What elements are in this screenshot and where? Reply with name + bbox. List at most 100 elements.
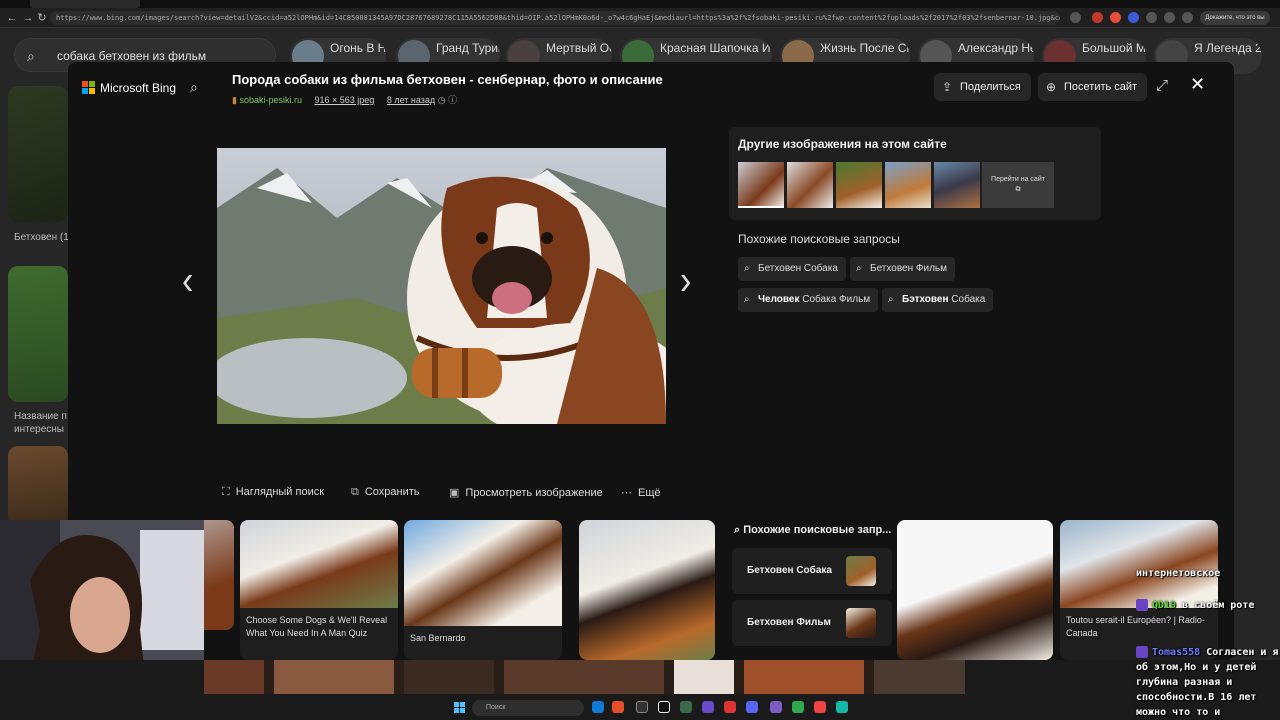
image-icon: ▣ bbox=[449, 487, 460, 499]
search-icon[interactable]: ⌕ bbox=[190, 79, 198, 96]
view-image-label: Просмотреть изображение bbox=[465, 487, 603, 499]
result-caption: Название п bbox=[14, 411, 67, 422]
site-thumbnail[interactable] bbox=[885, 162, 931, 208]
chip-label: Красная Шапочка И Волк bbox=[660, 41, 772, 55]
grid-caption: Choose Some Dogs & We'll Reveal What You… bbox=[246, 615, 388, 638]
source-site-link[interactable]: sobaki-pesiki.ru bbox=[239, 95, 302, 105]
related-panel-item[interactable]: Бетховен Фильм bbox=[732, 600, 892, 646]
extensions-puzzle-icon[interactable] bbox=[1146, 12, 1157, 23]
next-arrow-icon[interactable]: › bbox=[680, 258, 691, 305]
related-bold: Бэтховен bbox=[902, 294, 949, 305]
extension-icon[interactable] bbox=[1092, 12, 1103, 23]
profile-icon[interactable] bbox=[1182, 12, 1193, 23]
chat-username: Tomas558 bbox=[1152, 647, 1201, 658]
site-favicon-icon: ▮ bbox=[232, 95, 237, 105]
tab-strip bbox=[0, 0, 1280, 8]
result-caption: Бетховен (1 bbox=[14, 232, 69, 243]
app-icon[interactable] bbox=[702, 701, 714, 713]
more-from-site-title: Другие изображения на этом сайте bbox=[738, 137, 947, 151]
edge-icon[interactable] bbox=[592, 701, 604, 713]
search-icon: ⌕ bbox=[888, 294, 894, 305]
app-icon[interactable] bbox=[636, 701, 648, 713]
related-panel-title: ⌕ Похожие поисковые запр... bbox=[734, 524, 891, 537]
app-icon[interactable] bbox=[836, 701, 848, 713]
visit-label: Посетить сайт bbox=[1064, 81, 1138, 93]
result-caption: интересны bbox=[14, 424, 64, 435]
taskbar-search[interactable]: Поиск bbox=[472, 700, 584, 716]
app-icon[interactable] bbox=[770, 701, 782, 713]
visit-site-button[interactable]: ⊕ Посетить сайт bbox=[1038, 73, 1148, 101]
verify-pill[interactable]: Докажите, что это вы bbox=[1200, 11, 1270, 25]
back-icon[interactable]: ← bbox=[4, 10, 20, 26]
discord-icon[interactable] bbox=[746, 701, 758, 713]
tiktok-icon[interactable] bbox=[658, 701, 670, 713]
related-panel-label: Бетховен Собака bbox=[747, 565, 832, 576]
related-panel-item[interactable]: Бетховен Собака bbox=[732, 548, 892, 594]
chrome-icon[interactable] bbox=[612, 701, 624, 713]
brand-name[interactable]: Microsoft Bing bbox=[100, 81, 176, 95]
address-bar[interactable]: https://www.bing.com/images/search?view=… bbox=[50, 11, 1060, 25]
site-thumbnail[interactable] bbox=[738, 162, 784, 208]
share-icon: ⇪ bbox=[942, 80, 953, 94]
grid-image-card[interactable]: Choose Some Dogs & We'll Reveal What You… bbox=[240, 520, 398, 660]
grid-image bbox=[404, 520, 562, 626]
grid-image-card[interactable] bbox=[897, 520, 1053, 660]
close-icon[interactable]: ✕ bbox=[1190, 74, 1205, 95]
related-searches-title: Похожие поисковые запросы bbox=[738, 232, 900, 246]
related-panel-title-text: Похожие поисковые запр... bbox=[743, 524, 892, 536]
site-thumbnail[interactable] bbox=[934, 162, 980, 208]
result-thumbnail[interactable] bbox=[8, 86, 68, 222]
info-icon[interactable]: ⓘ bbox=[448, 95, 457, 105]
taskbar-search-label: Поиск bbox=[486, 704, 506, 711]
expand-icon[interactable]: ⤢ bbox=[1156, 77, 1168, 94]
chip-label: Александр Невский bbox=[958, 41, 1034, 55]
related-search-chip[interactable]: ⌕ Человек Собака Фильм bbox=[738, 288, 879, 312]
extension-icon[interactable] bbox=[1110, 12, 1121, 23]
more-from-site-panel: Другие изображения на этом сайте Перейти… bbox=[729, 127, 1101, 220]
chip-label: Жизнь После Смерти bbox=[820, 41, 910, 55]
share-button[interactable]: ⇪ Поделиться bbox=[934, 73, 1031, 101]
related-text: Собака Фильм bbox=[799, 294, 871, 305]
result-thumbnail[interactable] bbox=[8, 446, 68, 526]
result-thumbnail[interactable] bbox=[8, 266, 68, 402]
related-search-chip[interactable]: ⌕ Бэтховен Собака bbox=[882, 288, 994, 312]
related-search-chip[interactable]: ⌕ Бетховен Фильм bbox=[850, 257, 955, 281]
grid-image-card[interactable] bbox=[579, 520, 715, 660]
grid-image bbox=[240, 520, 398, 608]
visual-search-button[interactable]: ⛶ Наглядный поиск bbox=[222, 486, 324, 499]
image-detail-modal: Microsoft Bing ⌕ Порода собаки из фильма… bbox=[68, 62, 1234, 660]
yandex-icon[interactable] bbox=[724, 701, 736, 713]
more-button[interactable]: ⋯ Ещё bbox=[621, 486, 661, 499]
view-image-button[interactable]: ▣ Просмотреть изображение bbox=[449, 486, 603, 499]
app-icon[interactable] bbox=[792, 701, 804, 713]
reload-icon[interactable]: ↻ bbox=[34, 10, 50, 26]
goto-site-button[interactable]: Перейти на сайт ⧉ bbox=[982, 162, 1054, 208]
related-search-chip[interactable]: ⌕ Бетховен Собака bbox=[738, 257, 846, 281]
star-icon[interactable] bbox=[1070, 12, 1081, 23]
downloads-icon[interactable] bbox=[1164, 12, 1175, 23]
related-searches-panel: ⌕ Похожие поисковые запр... Бетховен Соб… bbox=[732, 520, 892, 660]
external-link-icon: ⧉ bbox=[1015, 186, 1021, 193]
site-thumbnail[interactable] bbox=[787, 162, 833, 208]
main-image[interactable] bbox=[217, 148, 666, 424]
browser-toolbar: ← → ↻ https://www.bing.com/images/search… bbox=[0, 8, 1280, 28]
image-title: Порода собаки из фильма бетховен - сенбе… bbox=[232, 72, 663, 87]
chip-label: Огонь В Небо bbox=[330, 41, 386, 55]
clock-icon: ◷ bbox=[437, 95, 449, 105]
site-thumbnail[interactable] bbox=[836, 162, 882, 208]
app-icon[interactable] bbox=[680, 701, 692, 713]
grid-image-card[interactable]: San Bernardo bbox=[404, 520, 562, 660]
app-icon[interactable] bbox=[814, 701, 826, 713]
save-button[interactable]: ⧉ Сохранить bbox=[351, 486, 420, 499]
chat-message: QD19 в своём роте bbox=[1136, 598, 1280, 613]
save-label: Сохранить bbox=[364, 486, 420, 498]
microsoft-logo-icon bbox=[82, 81, 95, 94]
search-icon: ⌕ bbox=[744, 263, 750, 274]
visual-search-label: Наглядный поиск bbox=[235, 486, 325, 498]
active-tab[interactable] bbox=[30, 0, 140, 8]
search-input[interactable]: собака бетховен из фильм bbox=[57, 49, 206, 63]
chip-label: Большой Медведь bbox=[1082, 41, 1146, 55]
extension-icon[interactable] bbox=[1128, 12, 1139, 23]
windows-start-icon[interactable] bbox=[454, 701, 466, 713]
prev-arrow-icon[interactable]: ‹ bbox=[182, 258, 193, 305]
